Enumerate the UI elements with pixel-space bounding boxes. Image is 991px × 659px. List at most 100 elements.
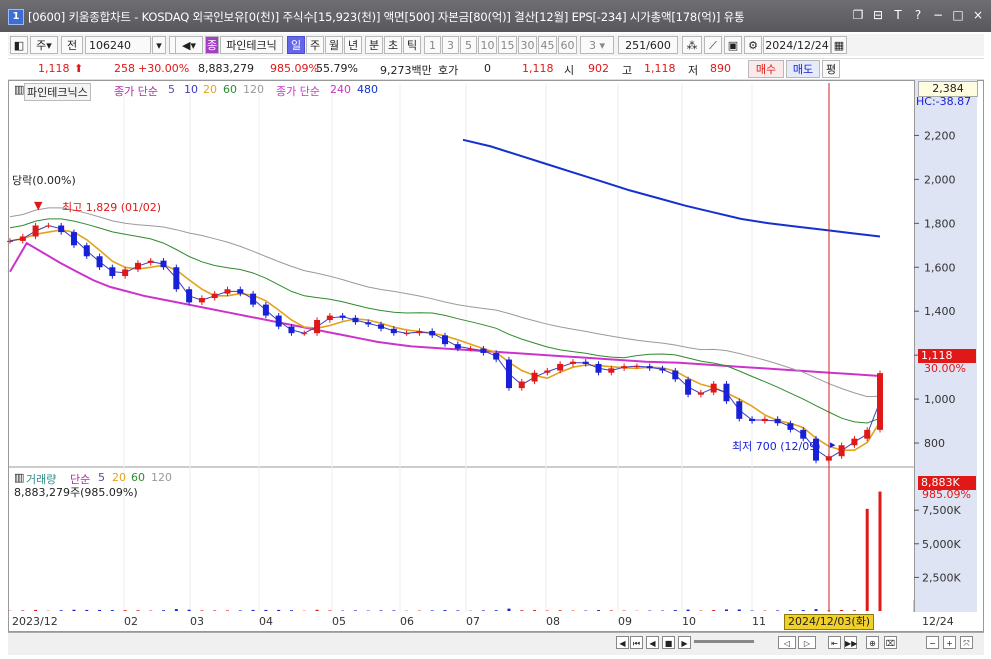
volume-bar [609,610,613,611]
y-tick-label: 800 [924,437,945,450]
candle-body [403,333,410,335]
candle-body [544,370,551,373]
scroll-right-icon[interactable]: ▷ [798,636,816,649]
x-label-06: 06 [400,615,414,628]
candle-body [301,333,308,335]
y-ticks: 2,2002,0001,8001,6001,4001,2001,000800 [914,129,956,450]
volume-bar [59,610,63,611]
volume-bars [8,491,882,611]
candle-body [211,293,218,299]
legend-sma20: 20 [203,83,217,96]
volume-bar [174,609,178,611]
candle-body [774,418,781,424]
annotation-high: 최고 1,829 (01/02) [62,201,162,214]
bottom-navbar: ◀ ⏮ ◀ ■ ▶ ◁ ▷ ⇤ ▶▶ ⊕ ⌧ − + ⤧ [8,632,984,655]
x-label-10: 10 [682,615,696,628]
volume-bar [533,610,537,611]
candle-body [186,289,193,303]
candle-body [633,366,640,368]
candle-body [838,445,845,457]
volume-bar [801,610,805,611]
candle-body [467,348,474,350]
candle-body [109,267,116,277]
volume-bar [34,609,38,611]
x-label-right: 12/24 [922,615,954,628]
x-label-2023-12: 2023/12 [12,615,58,628]
candle-body [96,256,103,268]
volume-bar [507,608,511,611]
candle-body [621,366,628,369]
candle-body [595,363,602,373]
nav-end-icon[interactable]: ▶▶ [844,636,857,649]
volume-bar [315,609,319,611]
sma60-line [9,218,881,424]
volume-bar [788,610,792,611]
nav-play-icon[interactable]: ▶ [678,636,691,649]
candle-body [224,289,231,294]
sma60-path [9,218,881,424]
volume-bar [494,610,498,611]
volume-bar [673,610,677,611]
volume-bar [597,610,601,611]
sma480-path [462,138,881,238]
candle-body [646,366,653,369]
volume-legend-5: 5 [98,471,105,484]
candle-body [352,317,359,323]
nav-back-icon[interactable]: ◀ [646,636,659,649]
candle-body [672,370,679,380]
y-tick-label: 1,600 [924,261,956,274]
nav-first-icon[interactable]: ⏮ [630,636,643,649]
candle-body [493,352,500,360]
volume-bar [251,609,255,611]
candle-body [19,236,26,241]
nav-prev-icon[interactable]: ◀ [616,636,629,649]
scroll-slider[interactable] [694,640,754,643]
zoom-in-button[interactable]: + [943,636,956,649]
annotation-high-arrow: ▼ [34,199,43,212]
volume-bar [289,610,293,611]
volume-legend-60: 60 [131,471,145,484]
candle-body [275,315,282,327]
volume-tick-label: 5,000K [922,538,961,551]
scroll-fit-icon[interactable]: ⊕ [866,636,879,649]
volume-bar [379,610,383,611]
candle-body [608,368,615,373]
x-label-09: 09 [618,615,632,628]
snapshot-icon[interactable]: ⌧ [884,636,897,649]
candle-body [518,381,525,389]
candle-body [32,225,39,237]
candle-body [326,315,333,320]
legend-sma240: 240 [330,83,351,96]
volume-bar [162,610,166,611]
candle-body [250,293,257,305]
candle-body [877,373,883,430]
candle-body [7,240,13,242]
scroll-left-icon[interactable]: ◁ [778,636,796,649]
candle-body [480,348,487,353]
candle-body [659,368,666,371]
candle-body [429,330,436,336]
nav-stop-icon[interactable]: ■ [662,636,675,649]
volume-bar [814,609,818,611]
volume-bar [776,610,780,611]
candle-body [237,289,244,294]
volume-tick-label: 2,500K [922,571,961,584]
candle-body [531,372,538,382]
volume-bar [430,610,434,611]
volume-bar [123,610,127,611]
volume-bar [558,610,562,611]
candle-body [569,361,576,364]
annotation-top-label: 당락(0.00%) [12,174,76,187]
candle-body [173,267,180,290]
volume-bar [264,609,268,611]
candle-body [134,262,141,270]
candle-body [147,260,154,263]
stock-tag[interactable]: 파인테크닉스 [24,83,91,101]
zoom-reset-icon[interactable]: ⤧ [960,636,973,649]
zoom-out-button[interactable]: − [926,636,939,649]
scroll-max-icon[interactable]: ⇤ [828,636,841,649]
legend-marker-icon: ▥ [14,83,25,96]
candle-body [390,328,397,334]
volume-text: 8,883,279주(985.09%) [14,486,138,499]
volume-bar [213,610,217,611]
